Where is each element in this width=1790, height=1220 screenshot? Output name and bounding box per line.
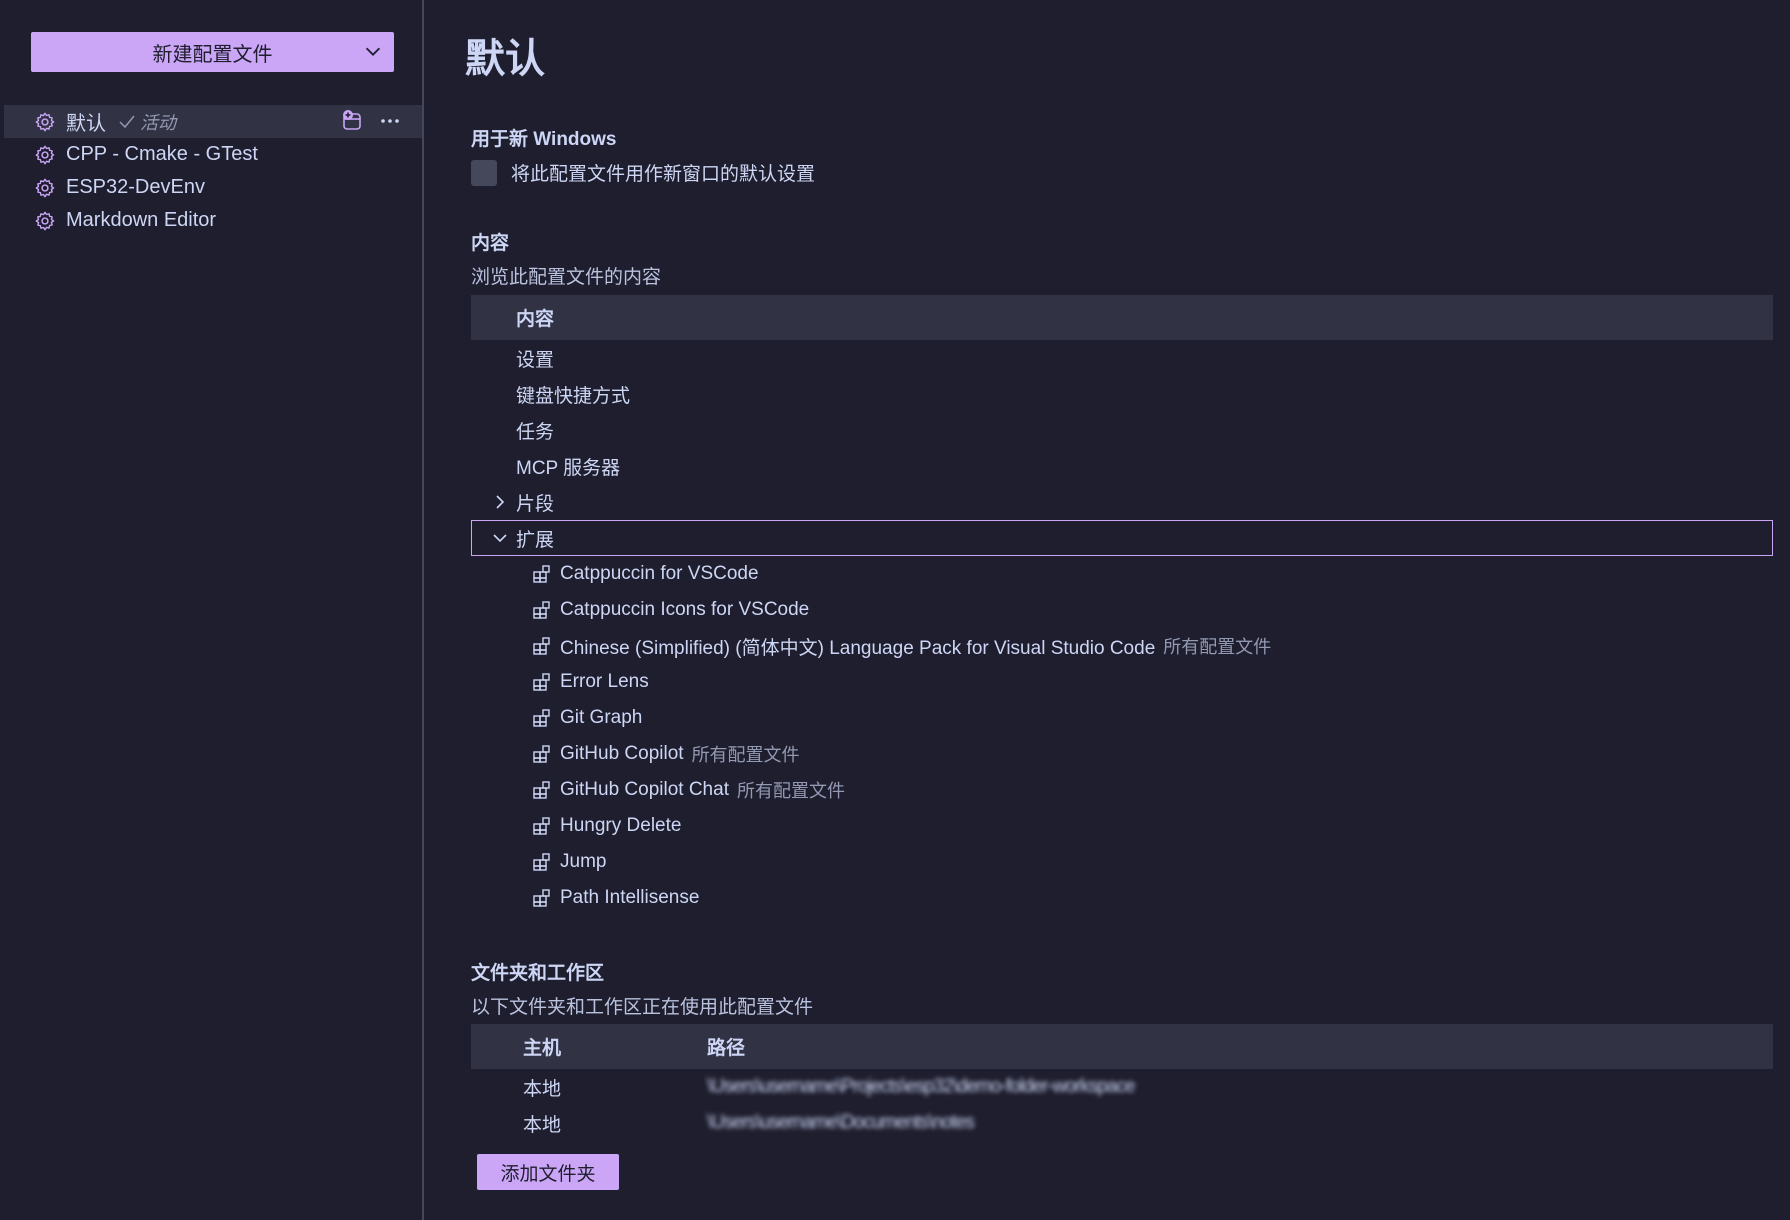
extension-icon [533, 673, 550, 691]
new-windows-title: 用于新 Windows [471, 129, 617, 150]
extension-scope: 所有配置文件 [691, 745, 800, 765]
extension-name: Catppuccin Icons for VSCode [560, 599, 810, 620]
path-cell[interactable]: \Users\username\Documents\notes [707, 1112, 1773, 1134]
profile-list: 默认 活动 CPP - Cmake - GTest ESP32-DevEnv M… [4, 105, 422, 237]
extension-icon [533, 601, 550, 619]
extension-name: Jump [560, 851, 607, 872]
extension-icon [533, 745, 550, 763]
column-host: 主机 [523, 1038, 562, 1059]
extension-icon [533, 781, 550, 799]
column-path: 路径 [707, 1038, 746, 1059]
tree-item-label: 片段 [516, 493, 555, 515]
contents-title: 内容 [471, 233, 510, 254]
profile-item-default[interactable]: 默认 活动 [4, 105, 422, 138]
tree-item-label: MCP 服务器 [516, 457, 621, 479]
tree-item-label: 设置 [516, 349, 555, 371]
extension-item[interactable]: Git Graph [471, 700, 1773, 736]
table-row[interactable]: 本地 \Users\username\Projects\esp32\demo-f… [471, 1069, 1773, 1105]
tree-item-settings[interactable]: 设置 [471, 340, 1773, 376]
extension-name: Chinese (Simplified) (简体中文) Language Pac… [560, 637, 1156, 659]
extension-item[interactable]: Catppuccin Icons for VSCode [471, 592, 1773, 628]
use-for-new-windows-checkbox[interactable] [471, 159, 497, 186]
extension-name: Hungry Delete [560, 815, 682, 836]
more-icon[interactable] [378, 109, 402, 133]
extension-item[interactable]: Hungry Delete [471, 808, 1773, 844]
extension-item[interactable]: Path Intellisense [471, 880, 1773, 916]
path-cell[interactable]: \Users\username\Projects\esp32\demo-fold… [707, 1076, 1773, 1098]
extension-icon [533, 565, 550, 583]
gear-icon [35, 145, 55, 164]
tree-item-mcp[interactable]: MCP 服务器 [471, 448, 1773, 484]
new-profile-button-label: 新建配置文件 [152, 43, 273, 66]
gear-icon [35, 178, 55, 197]
profile-item-markdown[interactable]: Markdown Editor [4, 204, 422, 237]
extension-item[interactable]: Chinese (Simplified) (简体中文) Language Pac… [471, 628, 1773, 664]
extension-name: GitHub Copilot [560, 743, 684, 764]
active-badge: 活动 [118, 109, 176, 135]
default-profile-setting: 将此配置文件用作新窗口的默认设置 [471, 159, 815, 186]
table-header: 主机 路径 [471, 1024, 1773, 1069]
extension-item[interactable]: GitHub Copilot 所有配置文件 [471, 736, 1773, 772]
extension-icon [533, 889, 550, 907]
extension-name: Catppuccin for VSCode [560, 563, 759, 584]
gear-icon [35, 211, 55, 230]
extension-item[interactable]: GitHub Copilot Chat 所有配置文件 [471, 772, 1773, 808]
extension-icon [533, 637, 550, 655]
profile-item-cpp[interactable]: CPP - Cmake - GTest [4, 138, 422, 171]
tree-header: 内容 [471, 295, 1773, 340]
extension-scope: 所有配置文件 [1163, 637, 1272, 657]
tree-item-label: 键盘快捷方式 [516, 385, 631, 407]
host-cell: 本地 [523, 1078, 562, 1100]
extension-name: Git Graph [560, 707, 643, 728]
chevron-down-icon[interactable] [491, 529, 509, 547]
check-icon [119, 115, 135, 128]
extension-name: GitHub Copilot Chat [560, 779, 729, 800]
contents-description: 浏览此配置文件的内容 [471, 267, 662, 288]
profile-name: ESP32-DevEnv [66, 176, 205, 198]
tree-item-label: 扩展 [516, 529, 555, 551]
extension-item[interactable]: Error Lens [471, 664, 1773, 700]
page-title: 默认 [465, 37, 545, 81]
contents-tree: 内容 设置 键盘快捷方式 任务 MCP 服务器 片段 扩展 Catppuccin… [471, 295, 1773, 916]
table-row[interactable]: 本地 \Users\username\Documents\notes [471, 1105, 1773, 1141]
profile-actions [340, 109, 402, 133]
extension-scope: 所有配置文件 [736, 781, 845, 801]
profile-name: 默认 [66, 113, 106, 135]
profile-name: CPP - Cmake - GTest [66, 143, 258, 165]
extension-item[interactable]: Jump [471, 844, 1773, 880]
extension-icon [533, 817, 550, 835]
profile-item-esp32[interactable]: ESP32-DevEnv [4, 171, 422, 204]
tree-item-label: 任务 [516, 421, 555, 443]
tree-item-extensions[interactable]: 扩展 [471, 520, 1773, 556]
tree-item-keybindings[interactable]: 键盘快捷方式 [471, 376, 1773, 412]
extension-name: Error Lens [560, 671, 649, 692]
workspaces-description: 以下文件夹和工作区正在使用此配置文件 [471, 997, 814, 1018]
extension-icon [533, 853, 550, 871]
host-cell: 本地 [523, 1114, 562, 1136]
workspaces-title: 文件夹和工作区 [471, 963, 605, 984]
add-folder-button[interactable]: 添加文件夹 [477, 1154, 619, 1190]
new-profile-button[interactable]: 新建配置文件 [31, 32, 394, 72]
tree-item-tasks[interactable]: 任务 [471, 412, 1773, 448]
chevron-right-icon[interactable] [491, 493, 509, 511]
tree-item-snippets[interactable]: 片段 [471, 484, 1773, 520]
gear-icon [35, 112, 55, 131]
profiles-sidebar: 新建配置文件 默认 活动 CPP - Cmake - GTest ESP32-D… [0, 0, 424, 1220]
active-label: 活动 [140, 112, 176, 133]
extension-name: Path Intellisense [560, 887, 700, 908]
profile-editor: 默认 用于新 Windows 将此配置文件用作新窗口的默认设置 内容 浏览此配置… [424, 0, 1790, 1220]
extension-icon [533, 709, 550, 727]
workspaces-table: 主机 路径 本地 \Users\username\Projects\esp32\… [471, 1024, 1773, 1141]
profile-name: Markdown Editor [66, 209, 217, 231]
checkbox-label: 将此配置文件用作新窗口的默认设置 [511, 164, 816, 185]
new-window-icon[interactable] [340, 109, 364, 133]
extension-item[interactable]: Catppuccin for VSCode [471, 556, 1773, 592]
chevron-down-icon[interactable] [362, 40, 384, 62]
